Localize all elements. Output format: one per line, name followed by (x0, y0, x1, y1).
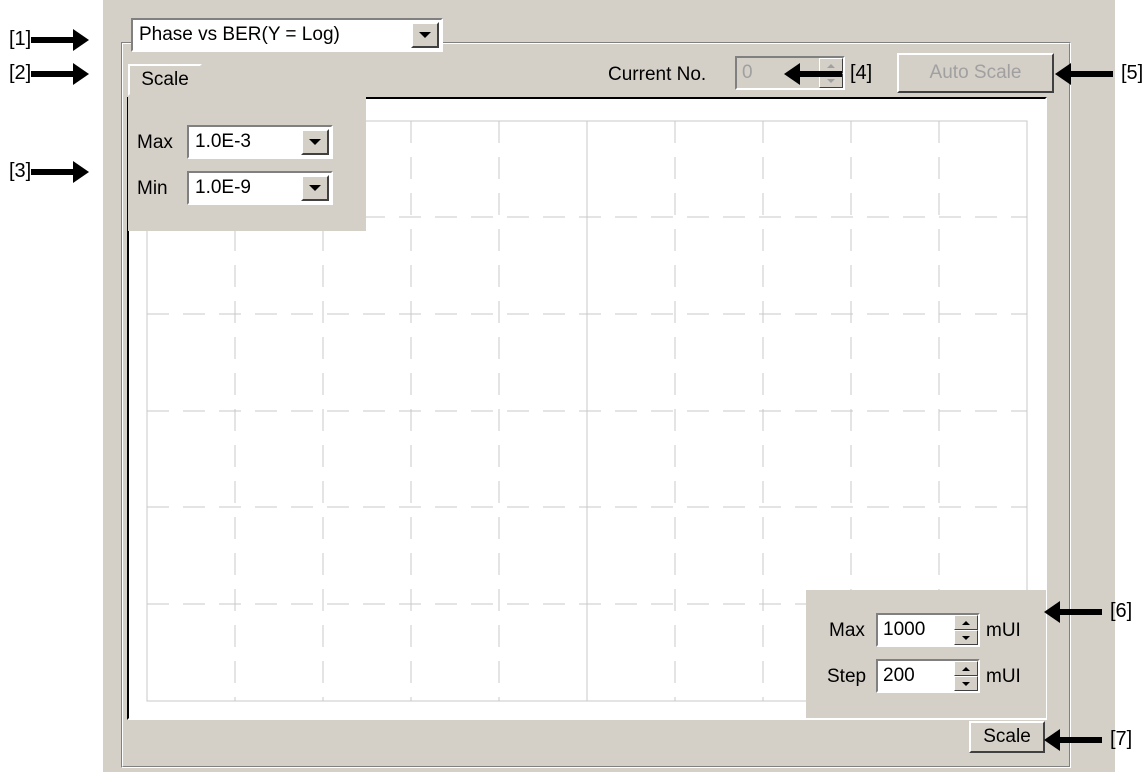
callout-1-label: [1] (9, 28, 32, 50)
x-step-label: Step (827, 666, 867, 687)
y-scale-button[interactable]: Scale (128, 64, 202, 96)
callout-5: [5] (1055, 62, 1143, 85)
current-no-label: Current No. (608, 64, 707, 85)
callout-6-label: [6] (1110, 600, 1133, 622)
dropdown-arrow-icon[interactable] (301, 175, 329, 201)
x-max-unit: mUI (986, 620, 1021, 641)
auto-scale-label: Auto Scale (929, 62, 1022, 83)
x-step-unit: mUI (986, 666, 1021, 687)
callout-2-label: [2] (9, 62, 32, 84)
y-min-value: 1.0E-9 (195, 177, 251, 198)
callout-3-label: [3] (9, 160, 32, 182)
arrow-right-icon (31, 160, 90, 183)
dropdown-arrow-icon[interactable] (411, 22, 439, 48)
y-max-value: 1.0E-3 (195, 131, 251, 152)
spin-down-icon[interactable] (954, 630, 978, 645)
y-min-combo[interactable]: 1.0E-9 (187, 171, 333, 205)
callout-4-label: [4] (850, 62, 873, 84)
x-max-label: Max (829, 620, 865, 641)
x-max-value: 1000 (883, 619, 926, 640)
arrow-left-icon (1044, 728, 1102, 751)
graph-type-value: Phase vs BER(Y = Log) (139, 24, 340, 45)
graph-type-combo[interactable]: Phase vs BER(Y = Log) (131, 18, 443, 52)
callout-6: [6] (1044, 600, 1132, 623)
spin-up-icon[interactable] (954, 615, 978, 630)
y-scale-button-label: Scale (141, 69, 189, 90)
arrow-left-icon (784, 62, 842, 85)
x-max-spinner[interactable]: 1000 (876, 613, 980, 647)
spin-up-icon[interactable] (954, 661, 978, 676)
callout-4: [4] (784, 62, 872, 85)
current-no-value: 0 (742, 62, 753, 83)
callout-2: [2] (9, 62, 90, 85)
y-max-combo[interactable]: 1.0E-3 (187, 125, 333, 159)
callout-7: [7] (1044, 728, 1132, 751)
callout-1: [1] (9, 28, 90, 51)
spin-down-icon[interactable] (954, 676, 978, 691)
x-scale-button[interactable]: Scale (969, 721, 1045, 753)
x-step-value: 200 (883, 665, 915, 686)
callout-5-label: [5] (1121, 62, 1144, 84)
arrow-right-icon (31, 28, 90, 51)
arrow-left-icon (1055, 62, 1113, 85)
y-min-label: Min (137, 178, 168, 199)
callout-3: [3] (9, 160, 90, 183)
auto-scale-button[interactable]: Auto Scale (897, 53, 1054, 93)
arrow-left-icon (1044, 600, 1102, 623)
arrow-right-icon (31, 62, 90, 85)
y-max-label: Max (137, 132, 173, 153)
y-scale-popup: Max 1.0E-3 Min 1.0E-9 (128, 97, 366, 231)
x-step-spinner[interactable]: 200 (876, 659, 980, 693)
dropdown-arrow-icon[interactable] (301, 129, 329, 155)
callout-7-label: [7] (1110, 728, 1133, 750)
x-scale-button-label: Scale (983, 726, 1031, 747)
x-scale-popup: Max 1000 mUI Step 200 mUI (806, 590, 1046, 718)
